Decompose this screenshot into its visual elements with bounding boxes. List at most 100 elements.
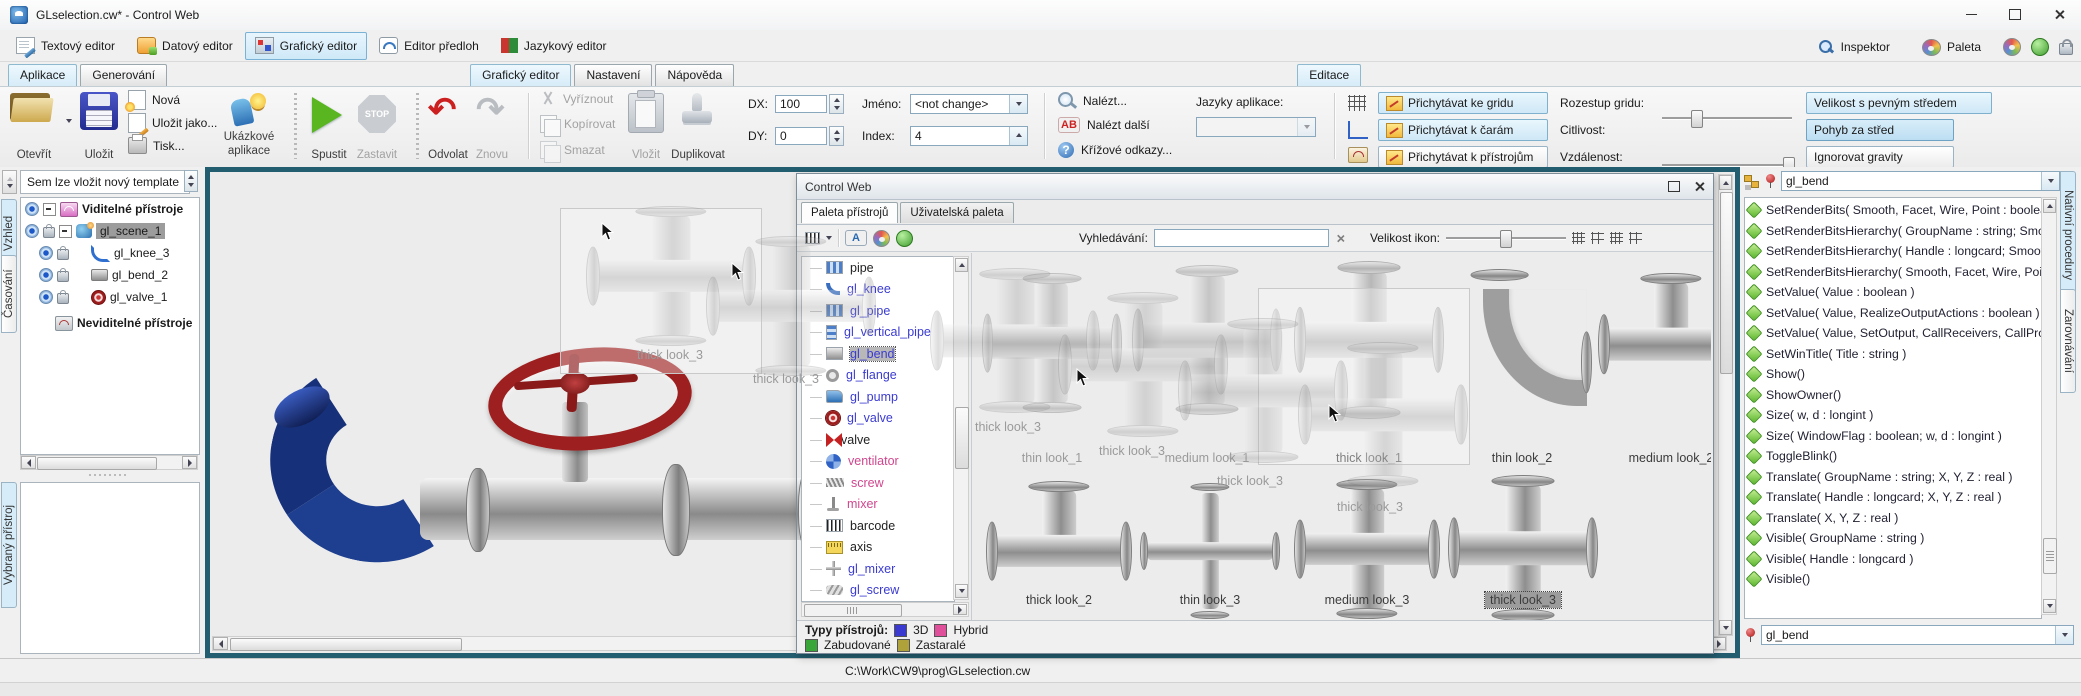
palette-item[interactable]: gl_screw [802,580,954,602]
scope-combo[interactable]: gl_bend [1781,171,2060,191]
procedure-row[interactable]: Translate( GroupName : string; X, Y, Z :… [1745,467,2041,488]
inspector-button[interactable]: Inspektor [1808,33,1900,61]
visibility-eye-icon[interactable] [39,290,53,304]
procedure-row[interactable]: Size( WindowFlag : boolean; w, d : longi… [1745,426,2041,447]
palette-item[interactable]: screw [802,472,954,494]
palette-item[interactable]: barcode [802,515,954,537]
examples-button[interactable] [228,91,268,129]
procedure-row[interactable]: Size( w, d : longint ) [1745,405,2041,426]
icon-size-small-icon[interactable] [1572,232,1585,244]
palette-item[interactable]: ventilator [802,451,954,473]
grid-icon[interactable] [1348,95,1366,111]
palette-item[interactable]: valve [802,429,954,451]
procedure-row[interactable]: Visible( GroupName : string ) [1745,528,2041,549]
tab-uzivatelska-paleta[interactable]: Uživatelská paleta [900,202,1013,223]
lock-icon[interactable] [57,271,69,282]
component-list-hscrollbar[interactable] [801,602,969,617]
procedure-row[interactable]: SetWinTitle( Title : string ) [1745,344,2041,365]
lock-icon[interactable] [57,293,69,304]
move-by-center-toggle[interactable]: Pohyb za střed [1806,119,1954,141]
template-spinner[interactable] [184,170,198,192]
tab-data-editor[interactable]: Datový editor [127,32,243,60]
palette-button[interactable]: Paleta [1912,33,1991,61]
close-button[interactable] [2037,0,2081,29]
ribbon-tab-aplikace[interactable]: Aplikace [8,64,77,86]
tree-row[interactable]: Viditelné přístroje [21,198,199,220]
scene-3d-assembly[interactable] [270,272,830,602]
visibility-eye-icon[interactable] [39,268,53,282]
palette-item[interactable]: gl_pipe [802,300,954,322]
online-icon[interactable] [2031,38,2049,56]
paste-button[interactable] [628,93,664,133]
redo-button[interactable]: ↷ [476,93,505,127]
tree-row[interactable]: gl_knee_3 [21,242,199,264]
view-mode-icon[interactable] [805,232,820,244]
hierarchy-icon[interactable] [1744,174,1759,188]
pin-icon[interactable] [1744,628,1756,642]
sidebar-tab-vybrany-pristroj[interactable]: Vybraný přístroj [1,482,17,608]
lock-icon[interactable] [2059,43,2073,55]
scene-vscrollbar[interactable] [1718,174,1733,636]
procedure-row[interactable]: Translate( Handle : longcard; X, Y, Z : … [1745,487,2041,508]
look-tile[interactable] [1598,273,1711,415]
collapse-icon[interactable] [43,203,56,216]
sort-az-icon[interactable]: A [845,230,867,246]
procedure-row[interactable]: Visible() [1745,569,2041,590]
tree-row[interactable]: gl_valve_1 [21,286,199,308]
palette-item[interactable]: gl_valve [802,408,954,430]
cut-button[interactable]: Vyříznout [540,91,613,107]
procedure-row[interactable]: SetRenderBitsHierarchy( GroupName : stri… [1745,221,2041,242]
palette-item[interactable]: pipe [802,257,954,279]
look-tile[interactable] [1294,261,1444,419]
procedure-row[interactable]: SetRenderBits( Smooth, Facet, Wire, Poin… [1745,200,2041,221]
search-input[interactable] [1154,229,1329,247]
look-tile[interactable] [1452,269,1592,415]
snap-to-grid-toggle[interactable]: Přichytávat ke gridu [1378,92,1548,114]
save-as-button[interactable]: Uložit jako... [128,113,217,133]
lock-icon[interactable] [57,249,69,260]
component-list-vscrollbar[interactable] [953,256,969,600]
find-button[interactable]: Nalézt... [1058,92,1127,110]
procedure-row[interactable]: SetRenderBitsHierarchy( Handle : longcar… [1745,241,2041,262]
run-button[interactable] [312,97,342,133]
palette-item[interactable]: mixer [802,494,954,516]
procedure-row[interactable]: SetValue( Value, RealizeOutputActions : … [1745,303,2041,324]
splitter-handle[interactable] [20,472,198,478]
print-button[interactable]: Tisk... [128,137,185,154]
bottom-scope-combo[interactable]: gl_bend [1761,625,2074,645]
look-tile[interactable] [1132,265,1282,415]
procedure-row[interactable]: SetValue( Value, SetOutput, CallReceiver… [1745,323,2041,344]
combo-arrow-icon[interactable] [2041,172,2059,190]
cross-refs-button[interactable]: ?Křížové odkazy... [1058,142,1172,158]
palette-restore-icon[interactable] [1668,181,1680,192]
dy-input[interactable]: 0 [775,127,827,145]
maximize-button[interactable] [1993,0,2037,29]
collapse-icon[interactable] [59,225,72,238]
palette-item[interactable]: gl_flange [802,365,954,387]
palette-item[interactable]: axis [802,537,954,559]
minimize-button[interactable] [1949,0,1993,29]
new-button[interactable]: Nová [128,90,180,110]
tree-item-selected[interactable]: gl_scene_1 [96,223,165,239]
look-tile[interactable] [982,273,1122,413]
combo-arrow-icon[interactable] [2055,626,2073,644]
tab-template-editor[interactable]: Editor předloh [369,32,489,60]
app-languages-combo[interactable] [1196,117,1316,137]
snap-to-lines-toggle[interactable]: Přichytávat k čarám [1378,119,1548,141]
instrument-icon[interactable] [1348,147,1368,163]
tree-hscrollbar[interactable] [20,455,198,470]
delete-button[interactable]: Smazat [540,141,605,159]
name-combo[interactable]: <not change> [910,94,1028,114]
tree-row[interactable]: gl_scene_1 [21,220,199,242]
axes-icon[interactable] [1348,121,1368,139]
palette-item-selected[interactable]: gl_bend [802,343,954,365]
icon-size-slider[interactable] [1446,228,1566,248]
clear-search-icon[interactable] [1336,234,1345,243]
ignore-gravity-toggle[interactable]: Ignorovat gravity [1806,146,1954,168]
ribbon-tab-napoveda[interactable]: Nápověda [655,64,734,86]
dy-spinner[interactable] [829,126,844,146]
selected-look-caption[interactable]: thick look_3 [1485,592,1561,608]
procedure-row[interactable]: SetValue( Value : boolean ) [1745,282,2041,303]
tab-zarovnavani[interactable]: Zarovnávání [2060,289,2076,393]
lock-icon[interactable] [43,227,55,238]
